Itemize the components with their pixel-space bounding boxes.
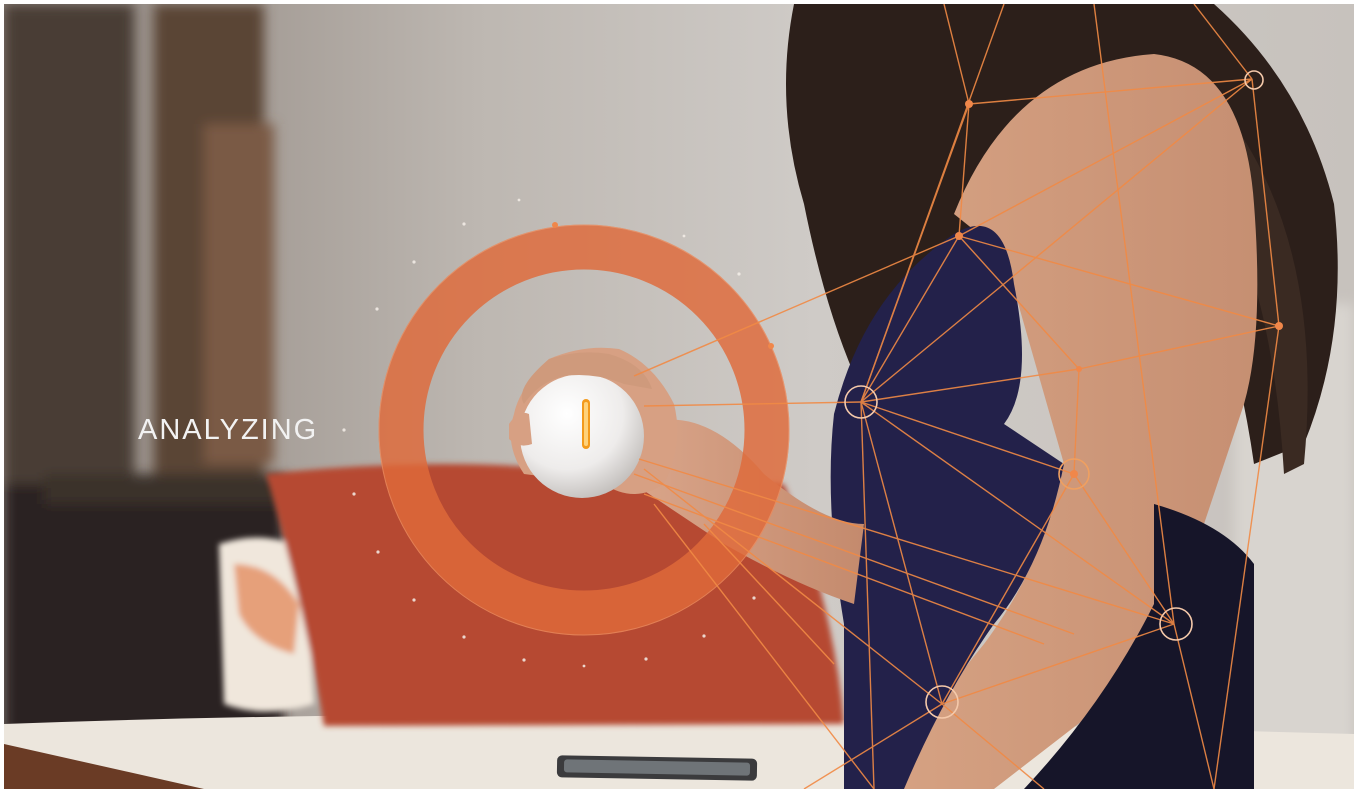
- video-frame: ANALYZING: [4, 4, 1354, 789]
- phone: [556, 755, 758, 781]
- ball-device: [520, 374, 644, 498]
- scene-photo: [4, 4, 1354, 789]
- status-label: ANALYZING: [138, 414, 319, 446]
